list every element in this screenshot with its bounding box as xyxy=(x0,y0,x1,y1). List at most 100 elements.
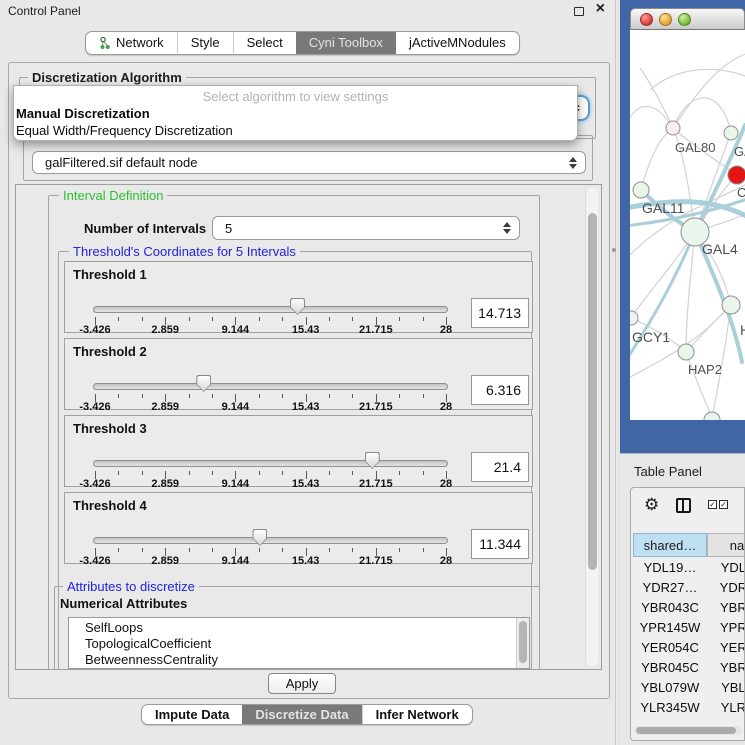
attributes-scrollbar-thumb[interactable] xyxy=(519,621,527,663)
tick-mark xyxy=(399,394,400,398)
cell-name[interactable]: YIL0 xyxy=(707,717,745,720)
settings-scrollbar-thumb[interactable] xyxy=(588,213,597,570)
tab-network[interactable]: Network xyxy=(86,32,177,54)
table-row[interactable]: YBL079WYBL0 xyxy=(633,677,745,697)
cell-name[interactable]: YLR3 xyxy=(707,697,745,717)
cell-name[interactable]: YER0 xyxy=(707,637,745,657)
tab-cyni-toolbox[interactable]: Cyni Toolbox xyxy=(296,32,396,54)
attribute-item[interactable]: BetweennessCentrality xyxy=(69,652,529,668)
cell-shared-name[interactable]: YLR345W xyxy=(633,697,707,717)
tick-mark xyxy=(259,471,260,475)
checkbox-icon[interactable]: ✓ xyxy=(708,500,717,509)
table-row[interactable]: YBR043CYBR0 xyxy=(633,597,745,617)
tick-mark xyxy=(118,317,119,321)
cell-name[interactable]: YDL1 xyxy=(707,557,745,577)
slider-track[interactable] xyxy=(93,460,448,467)
cell-name[interactable]: YDR2 xyxy=(707,577,745,597)
float-window-icon[interactable] xyxy=(574,7,584,16)
tab-jactivemnodules[interactable]: jActiveMNodules xyxy=(396,32,519,54)
tick-mark xyxy=(189,548,190,552)
column-header-name[interactable]: na xyxy=(707,533,745,557)
tick-mark xyxy=(423,317,424,321)
table-row[interactable]: YER054CYER0 xyxy=(633,637,745,657)
splitter-handle[interactable] xyxy=(612,248,616,252)
table-row[interactable]: YDL19…YDL1 xyxy=(633,557,745,577)
network-node[interactable] xyxy=(633,182,649,198)
combo-spinner-icon xyxy=(503,222,511,234)
scale-label: 21.715 xyxy=(359,324,393,336)
column-header-shared[interactable]: shared… xyxy=(633,533,707,557)
tick-mark xyxy=(423,548,424,552)
table-row[interactable]: YBR045CYBR0 xyxy=(633,657,745,677)
tab-select[interactable]: Select xyxy=(233,32,296,54)
tab-impute-data[interactable]: Impute Data xyxy=(142,705,242,724)
cell-name[interactable]: YBL0 xyxy=(707,677,745,697)
scale-label: -3.426 xyxy=(79,555,110,567)
network-node[interactable] xyxy=(724,126,738,140)
scale-label: 28 xyxy=(440,555,452,567)
number-of-intervals-value: 5 xyxy=(225,221,232,236)
network-node[interactable] xyxy=(704,412,720,420)
threshold-value-box[interactable]: 6.316 xyxy=(471,375,529,405)
tick-mark xyxy=(282,317,283,321)
tab-discretize-data[interactable]: Discretize Data xyxy=(242,705,361,724)
table-hscrollbar-thumb[interactable] xyxy=(636,727,736,734)
cell-shared-name[interactable]: YIL052C xyxy=(633,717,707,720)
apply-button[interactable]: Apply xyxy=(268,673,336,694)
network-node[interactable] xyxy=(722,296,740,314)
attributes-scrollbar[interactable] xyxy=(516,618,529,668)
attribute-item[interactable]: SelfLoops xyxy=(69,620,529,636)
tick-mark xyxy=(399,548,400,552)
close-icon[interactable]: × xyxy=(596,0,605,18)
slider-track[interactable] xyxy=(93,306,448,313)
column-browser-icon[interactable] xyxy=(676,498,691,513)
cell-shared-name[interactable]: YPR145W xyxy=(633,617,707,637)
table-header-row: shared… na xyxy=(633,533,745,557)
table-row[interactable]: YPR145WYPR1 xyxy=(633,617,745,637)
attribute-item[interactable]: TopologicalCoefficient xyxy=(69,636,529,652)
popup-item[interactable]: Equal Width/Frequency Discretization xyxy=(14,122,577,139)
cell-name[interactable]: YBR0 xyxy=(707,657,745,677)
bottom-tabbar: Impute Data Discretize Data Infer Networ… xyxy=(141,704,473,725)
cell-name[interactable]: YPR1 xyxy=(707,617,745,637)
network-node[interactable] xyxy=(630,311,638,325)
close-traffic-light[interactable] xyxy=(640,13,653,26)
table-row[interactable]: YDR27…YDR2 xyxy=(633,577,745,597)
zoom-traffic-light[interactable] xyxy=(678,13,691,26)
panel-splitter[interactable] xyxy=(615,0,616,745)
popup-item[interactable]: Manual Discretization xyxy=(14,105,577,122)
tab-infer-network[interactable]: Infer Network xyxy=(362,705,472,724)
tab-style[interactable]: Style xyxy=(177,32,233,54)
table-row[interactable]: YLR345WYLR3 xyxy=(633,697,745,717)
checkbox-icon[interactable]: ✓ xyxy=(719,500,728,509)
table-row[interactable]: YIL052CYIL0 xyxy=(633,717,745,720)
slider-track[interactable] xyxy=(93,537,448,544)
slider-track[interactable] xyxy=(93,383,448,390)
gear-icon[interactable]: ⚙ xyxy=(644,495,659,515)
table-hscrollbar[interactable] xyxy=(634,726,742,735)
number-of-intervals-combo[interactable]: 5 xyxy=(212,216,520,240)
minimize-traffic-light[interactable] xyxy=(659,13,672,26)
scale-label: 9.144 xyxy=(222,324,250,336)
threshold-value-box[interactable]: 11.344 xyxy=(471,529,529,559)
cell-shared-name[interactable]: YER054C xyxy=(633,637,707,657)
cell-shared-name[interactable]: YBR043C xyxy=(633,597,707,617)
settings-scrollbar[interactable] xyxy=(585,188,598,666)
table-data-combo[interactable]: galFiltered.sif default node xyxy=(32,151,586,174)
cell-name[interactable]: YBR0 xyxy=(707,597,745,617)
network-node[interactable] xyxy=(666,121,680,135)
numerical-attributes-list[interactable]: SelfLoopsTopologicalCoefficientBetweenne… xyxy=(68,617,530,669)
tick-mark xyxy=(352,394,353,398)
network-node[interactable] xyxy=(678,344,694,360)
cell-shared-name[interactable]: YDL19… xyxy=(633,557,707,577)
threshold-value-box[interactable]: 14.713 xyxy=(471,298,529,328)
network-canvas[interactable]: GAL80GACGAL11GAL4GCY1HHAP2 xyxy=(630,30,745,420)
checkbox-icons[interactable]: ✓ ✓ xyxy=(708,500,728,509)
network-window-titlebar[interactable] xyxy=(630,8,745,30)
network-node[interactable] xyxy=(728,166,745,184)
cell-shared-name[interactable]: YBL079W xyxy=(633,677,707,697)
cell-shared-name[interactable]: YDR27… xyxy=(633,577,707,597)
network-canvas-svg: GAL80GACGAL11GAL4GCY1HHAP2 xyxy=(630,30,745,420)
cell-shared-name[interactable]: YBR045C xyxy=(633,657,707,677)
threshold-value-box[interactable]: 21.4 xyxy=(471,452,529,482)
